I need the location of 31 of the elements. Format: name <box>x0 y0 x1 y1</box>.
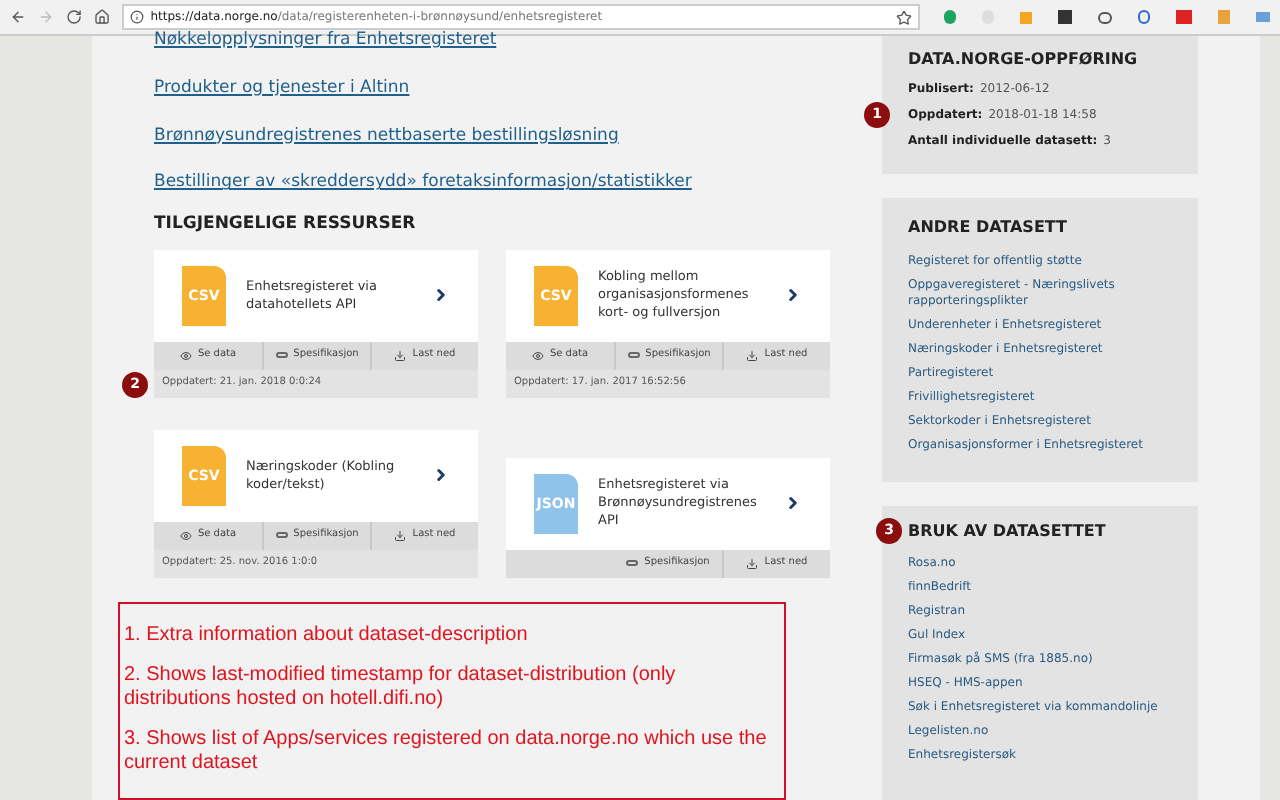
panel-title: DATA.NORGE-OPPFØRING <box>908 48 1140 72</box>
download-icon <box>746 349 759 362</box>
chevron-icon[interactable] <box>432 286 450 305</box>
star-icon[interactable] <box>895 9 912 25</box>
eye-icon <box>179 349 192 362</box>
page-link[interactable]: Nøkkelopplysninger fra Enhetsregisteret <box>154 28 842 54</box>
download-icon <box>394 349 407 362</box>
link-icon <box>275 532 288 539</box>
link-icon <box>627 352 640 359</box>
chevron-icon[interactable] <box>432 466 450 485</box>
download-icon <box>394 529 407 542</box>
panel-title: BRUK AV DATASETTET <box>908 519 1106 543</box>
info-icon <box>130 10 145 24</box>
page-link[interactable]: Bestillinger av «skreddersydd» foretaksinformasjon/statistikker <box>154 170 842 196</box>
link-icon <box>275 352 288 359</box>
eye-icon <box>531 349 544 362</box>
note-text: 2. Shows last-modified timestamp for dataset-distribution (only distributions hosted on hotell.difi.no) <box>124 663 678 712</box>
eye-icon <box>179 529 192 542</box>
link-icon <box>626 560 639 567</box>
back-icon[interactable] <box>10 8 27 26</box>
page-link[interactable]: Brønnøysundregistrenes nettbaserte bestillingsløsning <box>154 123 842 149</box>
note-text: 3. Shows list of Apps/services registered on data.norge.no which use the current dataset <box>124 727 769 776</box>
section-heading: TILGJENGELIGE RESSURSER <box>154 212 418 238</box>
note-text: 1. Extra information about dataset-description <box>124 623 530 648</box>
panel-title: ANDRE DATASETT <box>908 216 1069 240</box>
page-link[interactable]: Produkter og tjenester i Altinn <box>154 75 842 101</box>
chevron-icon[interactable] <box>784 494 802 513</box>
download-icon <box>746 557 759 570</box>
chevron-icon[interactable] <box>784 286 802 305</box>
reload-icon[interactable] <box>66 8 83 26</box>
home-icon[interactable] <box>94 8 111 26</box>
